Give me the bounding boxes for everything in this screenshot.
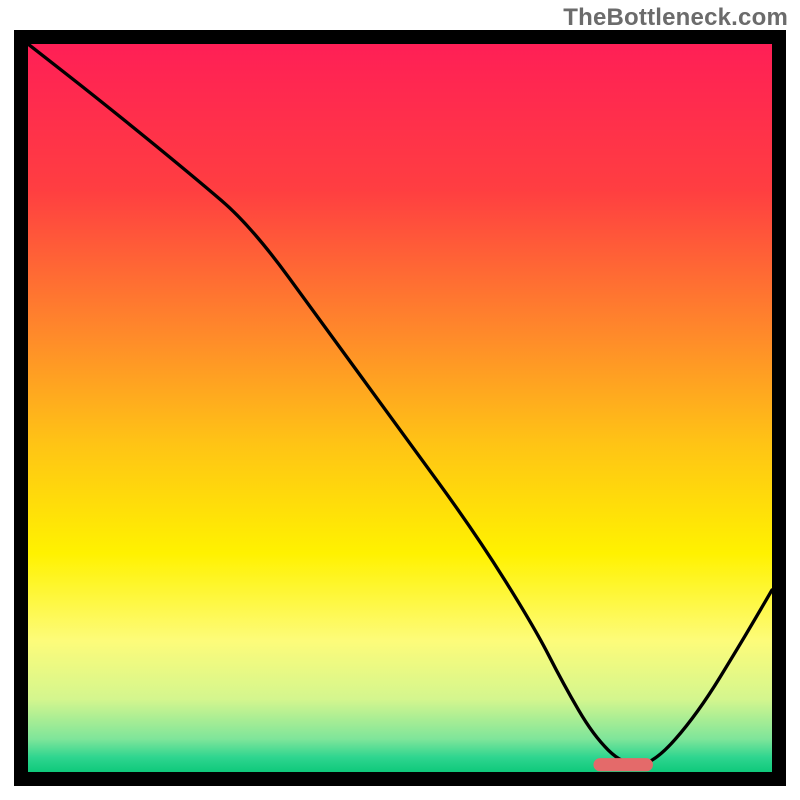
chart-svg xyxy=(28,44,772,772)
chart-background xyxy=(28,44,772,772)
watermark-text: TheBottleneck.com xyxy=(563,4,788,32)
chart-frame: TheBottleneck.com xyxy=(0,0,800,800)
optimal-range-marker xyxy=(593,758,653,771)
plot-border xyxy=(14,30,786,786)
plot-area xyxy=(28,44,772,772)
